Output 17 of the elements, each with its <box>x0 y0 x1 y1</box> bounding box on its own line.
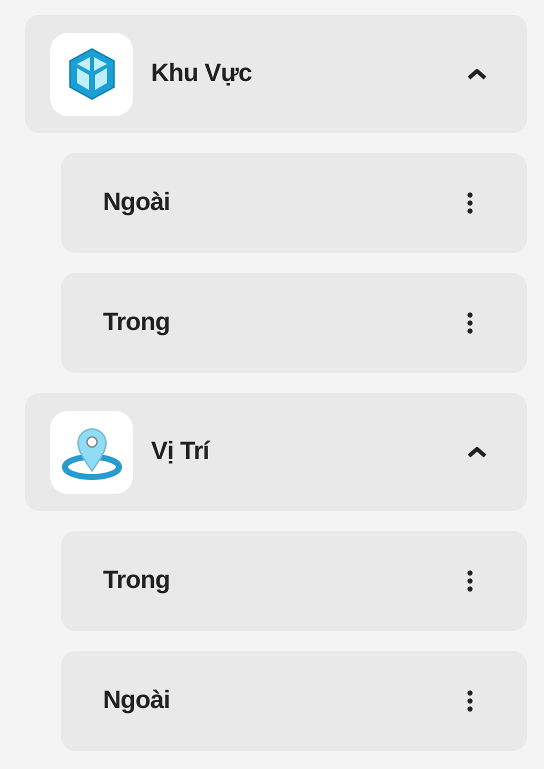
list-item[interactable]: Ngoài <box>61 651 527 751</box>
more-vertical-icon <box>467 192 473 214</box>
item-label: Ngoài <box>103 685 170 716</box>
list-item[interactable]: Ngoài <box>61 153 527 253</box>
section-header[interactable]: Vị Trí <box>25 393 527 511</box>
more-vertical-icon <box>467 690 473 712</box>
item-label: Ngoài <box>103 187 170 218</box>
chevron-up-icon <box>467 68 487 80</box>
cube-icon <box>66 47 116 101</box>
list-item[interactable]: Trong <box>61 273 527 373</box>
item-label: Trong <box>103 565 170 596</box>
list-item[interactable]: Trong <box>61 531 527 631</box>
item-label: Trong <box>103 307 170 338</box>
chevron-up-icon <box>467 446 487 458</box>
section-header[interactable]: Khu Vực <box>25 15 527 133</box>
more-vertical-icon <box>467 312 473 334</box>
more-vertical-icon <box>467 570 473 592</box>
